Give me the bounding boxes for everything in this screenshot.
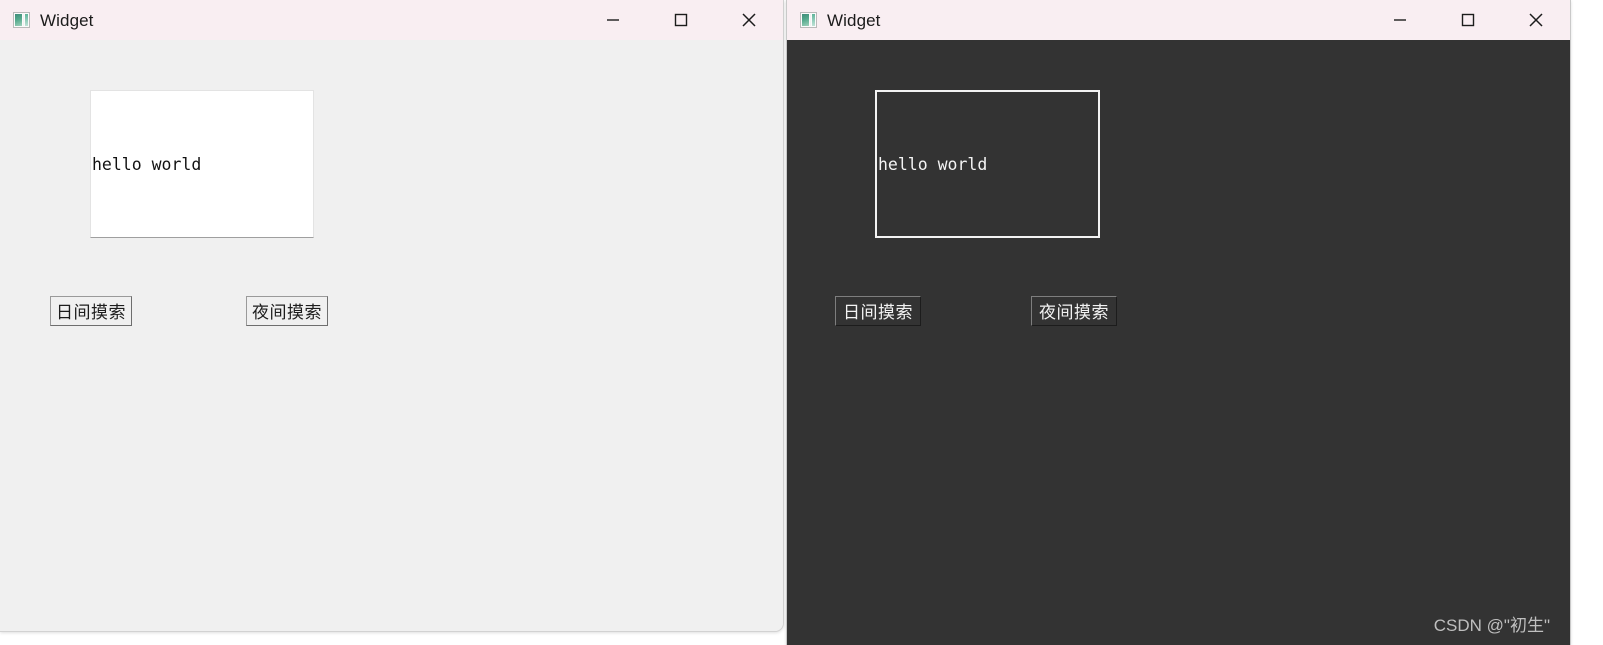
csdn-watermark: CSDN @"初生"	[1433, 616, 1550, 635]
minimize-icon	[607, 19, 619, 21]
maximize-icon	[674, 13, 688, 27]
maximize-icon	[1461, 13, 1475, 27]
maximize-button-light[interactable]	[647, 0, 715, 40]
hello-world-text-dark: hello world	[878, 154, 988, 174]
window-title-dark: Widget	[827, 10, 881, 30]
window-controls-light	[579, 0, 783, 40]
titlebar-light[interactable]: Widget	[0, 0, 783, 40]
minimize-icon	[1394, 19, 1406, 21]
hello-world-text-light: hello world	[92, 154, 202, 174]
titlebar-dark[interactable]: Widget	[787, 0, 1570, 40]
window-title-light: Widget	[40, 10, 94, 30]
close-icon	[742, 13, 756, 27]
hello-world-label-box-dark: hello world	[875, 90, 1100, 238]
close-icon	[1529, 13, 1543, 27]
widget-window-dark[interactable]: Widget hello world 日间摸索 夜间摸索 CSDN @"初生"	[786, 0, 1571, 645]
minimize-button-dark[interactable]	[1366, 0, 1434, 40]
titlebar-left-group: Widget	[0, 12, 94, 29]
maximize-button-dark[interactable]	[1434, 0, 1502, 40]
widget-window-light[interactable]: Widget hello world 日间摸索 夜间摸索	[0, 0, 784, 632]
night-theme-button-light[interactable]: 夜间摸索	[246, 296, 328, 326]
qt-widget-icon	[800, 12, 817, 28]
content-area-light: hello world 日间摸索 夜间摸索	[0, 40, 783, 631]
qt-widget-icon	[13, 12, 30, 28]
close-button-light[interactable]	[715, 0, 783, 40]
hello-world-label-box-light: hello world	[90, 90, 314, 238]
day-theme-button-dark[interactable]: 日间摸索	[835, 296, 921, 326]
day-theme-button-light[interactable]: 日间摸索	[50, 296, 132, 326]
minimize-button-light[interactable]	[579, 0, 647, 40]
window-controls-dark	[1366, 0, 1570, 40]
content-area-dark: hello world 日间摸索 夜间摸索 CSDN @"初生"	[787, 40, 1570, 645]
night-theme-button-dark[interactable]: 夜间摸索	[1031, 296, 1117, 326]
titlebar-left-group-dark: Widget	[787, 12, 881, 29]
close-button-dark[interactable]	[1502, 0, 1570, 40]
